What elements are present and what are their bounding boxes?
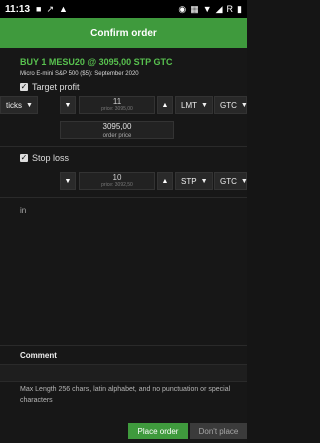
- chevron-down-icon: ▼: [240, 101, 248, 109]
- target-decrement-button[interactable]: ▼: [60, 96, 76, 114]
- target-increment-button[interactable]: ▲: [157, 96, 173, 114]
- stop-tif-value: GTC: [220, 176, 237, 186]
- data-icon: ▦: [190, 3, 199, 14]
- target-order-type-select[interactable]: LMT ▼: [175, 96, 213, 114]
- divider: [0, 345, 247, 346]
- target-type-value: LMT: [181, 100, 197, 110]
- target-tif-select[interactable]: GTC ▼: [214, 96, 248, 114]
- order-price-label: order price: [102, 133, 132, 139]
- location-icon: ◉: [178, 3, 187, 14]
- chevron-down-icon: ▼: [64, 101, 72, 109]
- checkbox-checked-icon[interactable]: ✓: [20, 154, 28, 162]
- stop-ticks-value: 10: [112, 173, 122, 182]
- sync-icon: ↗: [46, 3, 55, 14]
- stop-order-type-select[interactable]: STP ▼: [175, 172, 213, 190]
- chevron-down-icon: ▼: [200, 177, 208, 185]
- target-price-hint: price: 3095,00: [101, 106, 133, 112]
- order-summary: BUY 1 MESU20 @ 3095,00 STP GTC: [20, 57, 173, 67]
- status-right-icons: ◉ ▦ ▼ ◢ R ▮: [178, 4, 242, 15]
- chevron-down-icon: ▼: [240, 177, 248, 185]
- status-time: 11:13: [5, 3, 31, 15]
- comment-input[interactable]: [0, 364, 247, 382]
- chevron-down-icon: ▼: [26, 101, 33, 109]
- contract-name: Micro E-mini S&P 500 ($5): September 202…: [20, 71, 139, 77]
- chevron-up-icon: ▲: [161, 101, 169, 109]
- roaming-indicator: R: [226, 4, 234, 14]
- page-title: Confirm order: [90, 27, 157, 39]
- stop-decrement-button[interactable]: ▼: [60, 172, 76, 190]
- divider: [0, 197, 247, 198]
- stop-price-hint: price: 3092,50: [101, 182, 133, 188]
- stop-ticks-field[interactable]: 10 price: 3092,50: [79, 172, 155, 190]
- checkbox-checked-icon[interactable]: ✓: [20, 83, 28, 91]
- stop-loss-label: Stop loss: [32, 153, 70, 163]
- order-price-value: 3095,00: [102, 122, 132, 131]
- unit-select-value: ticks: [6, 100, 22, 110]
- target-profit-label: Target profit: [32, 82, 80, 92]
- target-profit-toggle[interactable]: ✓ Target profit: [20, 82, 80, 92]
- stop-type-value: STP: [181, 176, 197, 186]
- comment-heading: Comment: [20, 351, 57, 360]
- signal-icon: ◢: [215, 3, 223, 14]
- stop-loss-toggle[interactable]: ✓ Stop loss: [20, 153, 69, 163]
- target-ticks-value: 11: [112, 97, 122, 106]
- chevron-down-icon: ▼: [64, 177, 72, 185]
- notification-icon: ■: [36, 4, 42, 14]
- wifi-icon: ▼: [202, 4, 212, 14]
- place-order-button[interactable]: Place order: [128, 423, 188, 439]
- battery-icon: ▮: [237, 3, 242, 14]
- divider: [0, 146, 247, 147]
- comment-hint: Max Length 256 chars, latin alphabet, an…: [20, 386, 231, 404]
- order-price-field[interactable]: 3095,00 order price: [60, 121, 174, 139]
- unit-select[interactable]: ticks ▼: [0, 96, 38, 114]
- warning-icon: ▲: [59, 4, 68, 14]
- stop-tif-select[interactable]: GTC ▼: [214, 172, 248, 190]
- target-ticks-field[interactable]: 11 price: 3095,00: [79, 96, 155, 114]
- status-bar: 11:13 ■ ↗ ▲ ◉ ▦ ▼ ◢ R ▮: [0, 0, 247, 18]
- header-bar: Confirm order: [0, 18, 247, 48]
- target-tif-value: GTC: [220, 100, 237, 110]
- stop-increment-button[interactable]: ▲: [157, 172, 173, 190]
- in-label: in: [20, 206, 27, 215]
- chevron-up-icon: ▲: [161, 177, 169, 185]
- chevron-down-icon: ▼: [201, 101, 208, 109]
- dont-place-button[interactable]: Don't place: [190, 423, 247, 439]
